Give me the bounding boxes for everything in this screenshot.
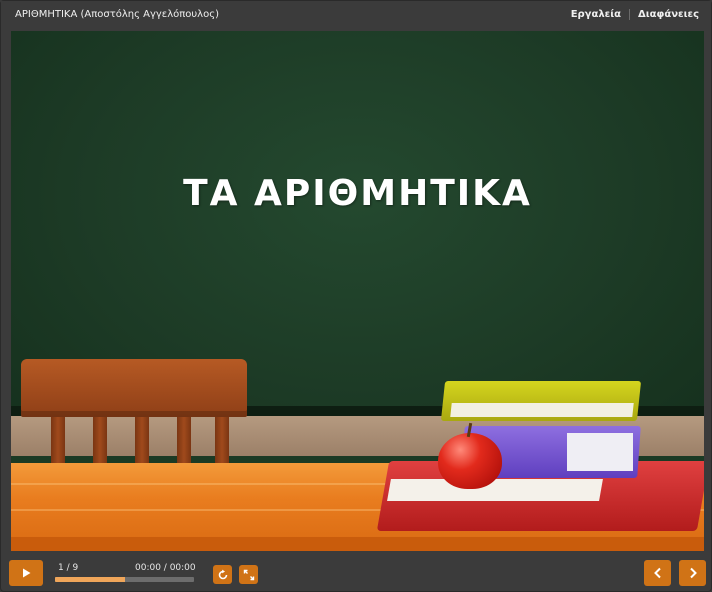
player-window: ΑΡΙΘΜΗΤΙΚΑ (Αποστόλης Αγγελόπουλος) Εργα… [0,0,712,592]
chair-rail [215,417,229,465]
progress-bar[interactable] [55,577,194,582]
fullscreen-button[interactable] [239,565,258,584]
progress-fill [55,577,125,582]
replay-button[interactable] [213,565,232,584]
slides-link[interactable]: Διαφάνειες [638,9,699,20]
chair-rail [51,417,65,465]
chevron-left-icon [653,567,661,579]
chevron-right-icon [689,567,697,579]
red-book-pages [387,479,603,501]
apple [438,433,502,489]
slide-title: ΤΑ ΑΡΙΘΜΗΤΙΚΑ [183,173,532,214]
time-display: 00:00 / 00:00 [135,563,196,573]
chair-rail [93,417,107,465]
play-icon [23,568,31,578]
top-menu: Εργαλεία Διαφάνειες [571,9,699,20]
player-controls: 1 / 9 00:00 / 00:00 [1,553,711,591]
chair-rail [177,417,191,465]
replay-icon [218,569,227,579]
next-slide-button[interactable] [679,560,706,586]
slide-stage: ΤΑ ΑΡΙΘΜΗΤΙΚΑ [11,31,704,551]
fullscreen-icon [243,569,254,580]
menu-divider [629,9,631,20]
slide-counter: 1 / 9 [58,563,79,573]
previous-slide-button[interactable] [644,560,671,586]
green-book-pages [450,403,634,417]
chair-rail [135,417,149,465]
chair-back [21,359,247,417]
presentation-title: ΑΡΙΘΜΗΤΙΚΑ (Αποστόλης Αγγελόπουλος) [15,9,219,20]
tools-link[interactable]: Εργαλεία [571,9,621,20]
title-bar: ΑΡΙΘΜΗΤΙΚΑ (Αποστόλης Αγγελόπουλος) Εργα… [1,1,711,31]
purple-book-pages [567,433,633,471]
desk-edge [11,537,704,551]
play-button[interactable] [9,560,43,586]
